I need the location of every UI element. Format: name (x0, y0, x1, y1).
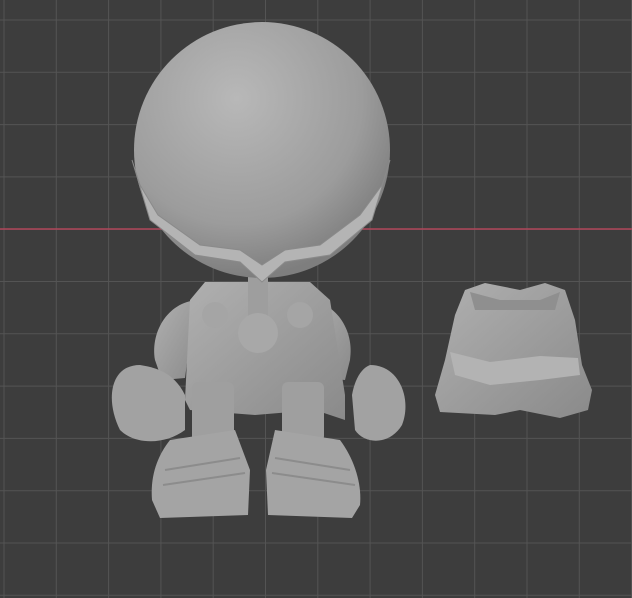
torso-armor-piece[interactable] (435, 283, 592, 418)
viewport-canvas[interactable] (0, 0, 632, 598)
neck-ball (238, 313, 278, 353)
character-figure[interactable] (111, 22, 406, 518)
left-shoulder-joint (202, 302, 228, 328)
right-hand (352, 365, 406, 441)
right-shoulder-joint (287, 302, 313, 328)
3d-viewport[interactable] (0, 0, 632, 598)
helmet-head (134, 22, 390, 278)
